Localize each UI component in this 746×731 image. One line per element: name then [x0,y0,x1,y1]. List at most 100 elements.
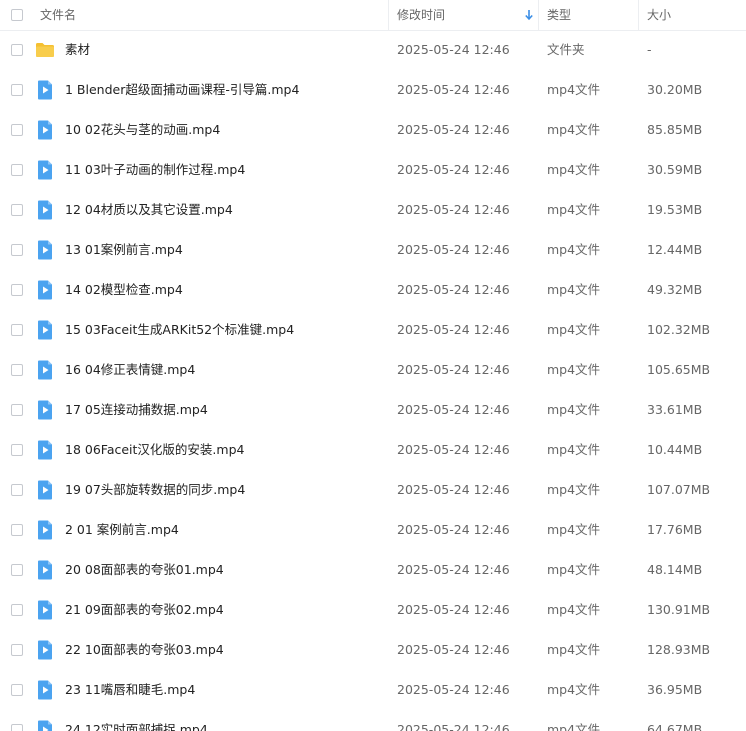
file-name[interactable]: 17 05连接动捕数据.mp4 [65,390,385,430]
video-file-icon [35,80,55,100]
table-row[interactable]: 素材 2025-05-24 12:46 文件夹 - [0,30,746,70]
file-type: mp4文件 [547,402,601,417]
file-size: 12.44MB [647,242,703,257]
modified-time: 2025-05-24 12:46 [397,562,510,577]
row-checkbox[interactable] [11,284,23,296]
file-name[interactable]: 1 Blender超级面捕动画课程-引导篇.mp4 [65,70,385,110]
table-row[interactable]: 19 07头部旋转数据的同步.mp4 2025-05-24 12:46 mp4文件 1… [0,470,746,510]
row-checkbox[interactable] [11,564,23,576]
file-size: 128.93MB [647,642,711,657]
video-file-icon [35,440,55,460]
file-type: mp4文件 [547,162,601,177]
file-type: mp4文件 [547,202,601,217]
row-checkbox[interactable] [11,444,23,456]
file-type: mp4文件 [547,482,601,497]
row-checkbox[interactable] [11,524,23,536]
list-header: 文件名 修改时间 类型 大小 [0,0,746,31]
table-row[interactable]: 21 09面部表的夸张02.mp4 2025-05-24 12:46 mp4文件 13… [0,590,746,630]
table-row[interactable]: 17 05连接动捕数据.mp4 2025-05-24 12:46 mp4文件 33.6… [0,390,746,430]
table-row[interactable]: 13 01案例前言.mp4 2025-05-24 12:46 mp4文件 12.44M… [0,230,746,270]
column-header-time[interactable]: 修改时间 [397,0,445,30]
arrow-down-icon[interactable] [524,8,534,22]
file-size: 102.32MB [647,322,711,337]
row-checkbox[interactable] [11,124,23,136]
modified-time: 2025-05-24 12:46 [397,362,510,377]
video-file-icon [35,680,55,700]
modified-time: 2025-05-24 12:46 [397,322,510,337]
file-name[interactable]: 22 10面部表的夸张03.mp4 [65,630,385,670]
file-name[interactable]: 13 01案例前言.mp4 [65,230,385,270]
row-checkbox[interactable] [11,604,23,616]
column-divider[interactable] [388,0,389,30]
video-file-icon [35,240,55,260]
file-rows: 素材 2025-05-24 12:46 文件夹 - 1 Blender超级面捕动画课程-… [0,30,746,731]
modified-time: 2025-05-24 12:46 [397,282,510,297]
select-all-checkbox[interactable] [11,9,23,21]
file-name[interactable]: 14 02模型检查.mp4 [65,270,385,310]
table-row[interactable]: 10 02花头与茎的动画.mp4 2025-05-24 12:46 mp4文件 85.… [0,110,746,150]
row-checkbox[interactable] [11,244,23,256]
file-name[interactable]: 16 04修正表情键.mp4 [65,350,385,390]
row-checkbox[interactable] [11,684,23,696]
file-type: mp4文件 [547,82,601,97]
column-header-size[interactable]: 大小 [647,0,671,30]
video-file-icon [35,640,55,660]
modified-time: 2025-05-24 12:46 [397,162,510,177]
table-row[interactable]: 18 06Faceit汉化版的安装.mp4 2025-05-24 12:46 mp4… [0,430,746,470]
file-name[interactable]: 15 03Faceit生成ARKit52个标准键.mp4 [65,310,385,350]
table-row[interactable]: 14 02模型检查.mp4 2025-05-24 12:46 mp4文件 49.32M… [0,270,746,310]
column-header-name[interactable]: 文件名 [40,0,76,30]
file-name[interactable]: 23 11嘴唇和睫毛.mp4 [65,670,385,710]
video-file-icon [35,360,55,380]
row-checkbox[interactable] [11,364,23,376]
video-file-icon [35,520,55,540]
row-checkbox[interactable] [11,44,23,56]
row-checkbox[interactable] [11,164,23,176]
row-checkbox[interactable] [11,84,23,96]
row-checkbox[interactable] [11,204,23,216]
table-row[interactable]: 12 04材质以及其它设置.mp4 2025-05-24 12:46 mp4文件 19… [0,190,746,230]
table-row[interactable]: 16 04修正表情键.mp4 2025-05-24 12:46 mp4文件 105.6… [0,350,746,390]
file-name[interactable]: 20 08面部表的夸张01.mp4 [65,550,385,590]
table-row[interactable]: 22 10面部表的夸张03.mp4 2025-05-24 12:46 mp4文件 12… [0,630,746,670]
file-type: mp4文件 [547,562,601,577]
file-name[interactable]: 素材 [65,30,385,70]
table-row[interactable]: 1 Blender超级面捕动画课程-引导篇.mp4 2025-05-24 12:4… [0,70,746,110]
file-name[interactable]: 10 02花头与茎的动画.mp4 [65,110,385,150]
table-row[interactable]: 24 12实时面部捕捉.mp4 2025-05-24 12:46 mp4文件 64.6… [0,710,746,731]
row-checkbox[interactable] [11,324,23,336]
column-header-type[interactable]: 类型 [547,0,571,30]
file-size: 33.61MB [647,402,703,417]
file-name[interactable]: 12 04材质以及其它设置.mp4 [65,190,385,230]
column-divider[interactable] [538,0,539,30]
row-checkbox[interactable] [11,644,23,656]
video-file-icon [35,400,55,420]
table-row[interactable]: 15 03Faceit生成ARKit52个标准键.mp4 2025-05-24 1… [0,310,746,350]
video-file-icon [35,320,55,340]
file-size: 64.67MB [647,722,703,731]
row-checkbox[interactable] [11,404,23,416]
file-name[interactable]: 11 03叶子动画的制作过程.mp4 [65,150,385,190]
table-row[interactable]: 23 11嘴唇和睫毛.mp4 2025-05-24 12:46 mp4文件 36.95… [0,670,746,710]
row-checkbox[interactable] [11,484,23,496]
file-size: 130.91MB [647,602,711,617]
modified-time: 2025-05-24 12:46 [397,522,510,537]
file-name[interactable]: 21 09面部表的夸张02.mp4 [65,590,385,630]
table-row[interactable]: 20 08面部表的夸张01.mp4 2025-05-24 12:46 mp4文件 48… [0,550,746,590]
table-row[interactable]: 2 01 案例前言.mp4 2025-05-24 12:46 mp4文件 17.76M… [0,510,746,550]
file-name[interactable]: 24 12实时面部捕捉.mp4 [65,710,385,731]
file-type: mp4文件 [547,122,601,137]
column-divider[interactable] [638,0,639,30]
table-row[interactable]: 11 03叶子动画的制作过程.mp4 2025-05-24 12:46 mp4文件 3… [0,150,746,190]
row-checkbox[interactable] [11,724,23,731]
file-type: mp4文件 [547,242,601,257]
modified-time: 2025-05-24 12:46 [397,482,510,497]
file-type: mp4文件 [547,722,601,731]
file-name[interactable]: 2 01 案例前言.mp4 [65,510,385,550]
file-type: mp4文件 [547,322,601,337]
file-name[interactable]: 19 07头部旋转数据的同步.mp4 [65,470,385,510]
file-name[interactable]: 18 06Faceit汉化版的安装.mp4 [65,430,385,470]
file-size: 10.44MB [647,442,703,457]
modified-time: 2025-05-24 12:46 [397,242,510,257]
video-file-icon [35,200,55,220]
